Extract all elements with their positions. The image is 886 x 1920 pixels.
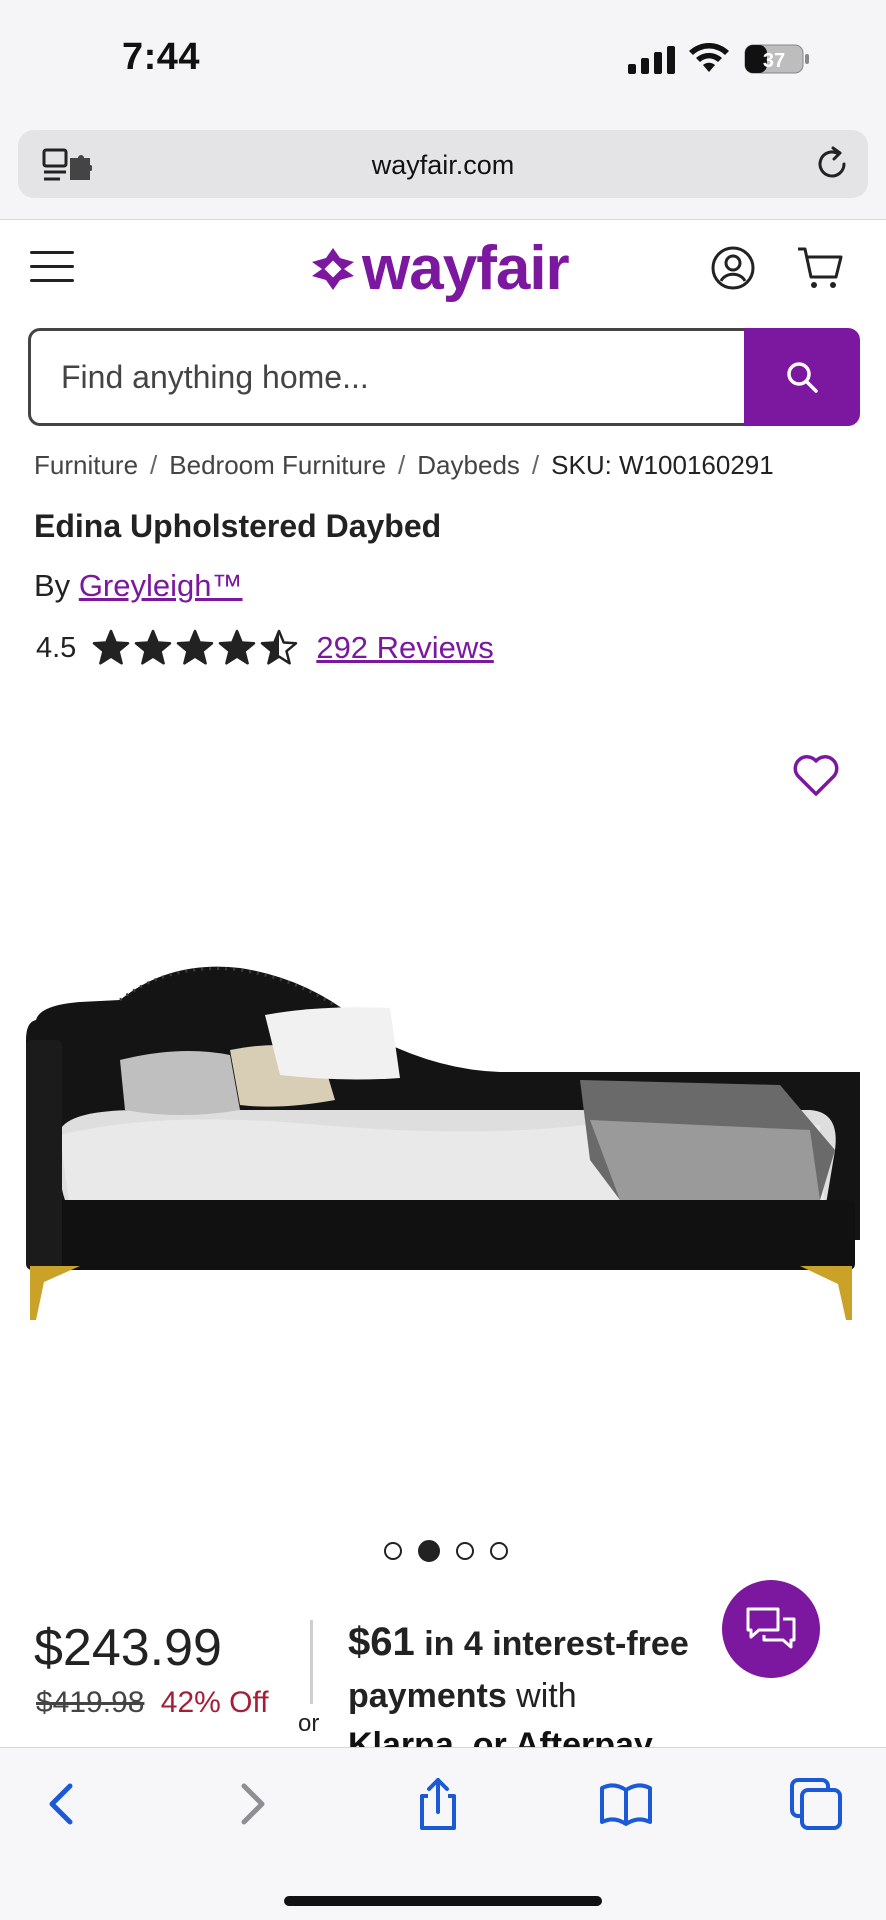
breadcrumb-separator: / bbox=[150, 450, 158, 480]
breadcrumb-furniture[interactable]: Furniture bbox=[34, 450, 138, 480]
search-bar: Find anything home... bbox=[28, 328, 860, 426]
wayfair-logo-mark-icon bbox=[312, 248, 354, 290]
star-full-icon bbox=[177, 629, 214, 665]
star-half-icon bbox=[261, 629, 298, 665]
address-url[interactable]: wayfair.com bbox=[18, 150, 868, 181]
star-full-icon bbox=[135, 629, 172, 665]
battery-icon: 37 bbox=[744, 44, 809, 74]
carousel-dot[interactable] bbox=[418, 1540, 440, 1562]
battery-level: 37 bbox=[763, 50, 785, 72]
search-button[interactable] bbox=[744, 328, 860, 426]
brand-link[interactable]: Greyleigh™ bbox=[79, 568, 243, 603]
logo-text: wayfair bbox=[362, 234, 570, 303]
site-header: wayfair bbox=[0, 221, 886, 321]
browser-toolbar bbox=[0, 1747, 886, 1920]
search-input[interactable]: Find anything home... bbox=[28, 328, 748, 426]
payment-providers[interactable]: Klarna. or Afterpay bbox=[348, 1726, 653, 1748]
wifi-icon bbox=[689, 43, 729, 72]
breadcrumb-daybeds[interactable]: Daybeds bbox=[417, 450, 520, 480]
reload-icon[interactable] bbox=[814, 146, 850, 182]
breadcrumb-bedroom-furniture[interactable]: Bedroom Furniture bbox=[169, 450, 386, 480]
image-carousel-dots bbox=[384, 1540, 508, 1562]
search-icon bbox=[787, 362, 818, 393]
price-divider bbox=[310, 1620, 313, 1704]
carousel-dot[interactable] bbox=[490, 1542, 508, 1560]
reviews-link[interactable]: 292 Reviews bbox=[316, 630, 493, 666]
chat-button[interactable] bbox=[722, 1580, 820, 1678]
installment-text-rest: with bbox=[506, 1677, 577, 1715]
product-byline: By Greyleigh™ bbox=[34, 568, 243, 604]
carousel-dot[interactable] bbox=[456, 1542, 474, 1560]
by-label: By bbox=[34, 568, 71, 603]
carousel-dot[interactable] bbox=[384, 1542, 402, 1560]
star-rating bbox=[92, 629, 298, 667]
price-comparison: $419.98 42% Off bbox=[36, 1686, 269, 1720]
rating-value: 4.5 bbox=[36, 631, 77, 664]
or-label: or bbox=[298, 1710, 320, 1737]
status-time: 7:44 bbox=[122, 36, 201, 78]
cart-icon[interactable] bbox=[796, 245, 844, 291]
bookmarks-icon[interactable] bbox=[598, 1776, 654, 1832]
installment-offer: $61 in 4 interest-free payments with bbox=[348, 1616, 728, 1722]
original-price: $419.98 bbox=[36, 1686, 145, 1719]
product-title: Edina Upholstered Daybed bbox=[34, 508, 442, 544]
discount-badge: 42% Off bbox=[160, 1686, 269, 1719]
tabs-icon[interactable] bbox=[788, 1776, 844, 1832]
forward-icon[interactable] bbox=[224, 1776, 280, 1832]
wayfair-logo[interactable]: wayfair bbox=[310, 233, 580, 305]
breadcrumb: Furniture / Bedroom Furniture / Daybeds / SKU:… bbox=[34, 450, 774, 481]
star-full-icon bbox=[93, 629, 130, 665]
share-icon[interactable] bbox=[410, 1776, 466, 1832]
breadcrumb-separator: / bbox=[398, 450, 406, 480]
status-bar: 7:44 37 bbox=[0, 0, 886, 120]
home-indicator bbox=[284, 1896, 602, 1906]
account-icon[interactable] bbox=[710, 245, 756, 291]
rating-row: 4.5 292 Reviews bbox=[36, 626, 494, 670]
product-image[interactable] bbox=[20, 960, 860, 1330]
back-icon[interactable] bbox=[34, 1776, 90, 1832]
cellular-signal-icon bbox=[628, 46, 675, 74]
address-bar[interactable]: wayfair.com bbox=[18, 130, 868, 198]
sku-label: SKU: W100160291 bbox=[551, 450, 774, 480]
menu-icon[interactable] bbox=[30, 251, 74, 287]
chat-icon bbox=[746, 1607, 796, 1649]
breadcrumb-separator: / bbox=[531, 450, 540, 480]
browser-address-area: wayfair.com bbox=[0, 120, 886, 220]
heart-icon[interactable] bbox=[792, 752, 840, 798]
installment-amount: $61 bbox=[348, 1620, 415, 1664]
star-full-icon bbox=[219, 629, 256, 665]
sale-price: $243.99 bbox=[34, 1619, 222, 1677]
